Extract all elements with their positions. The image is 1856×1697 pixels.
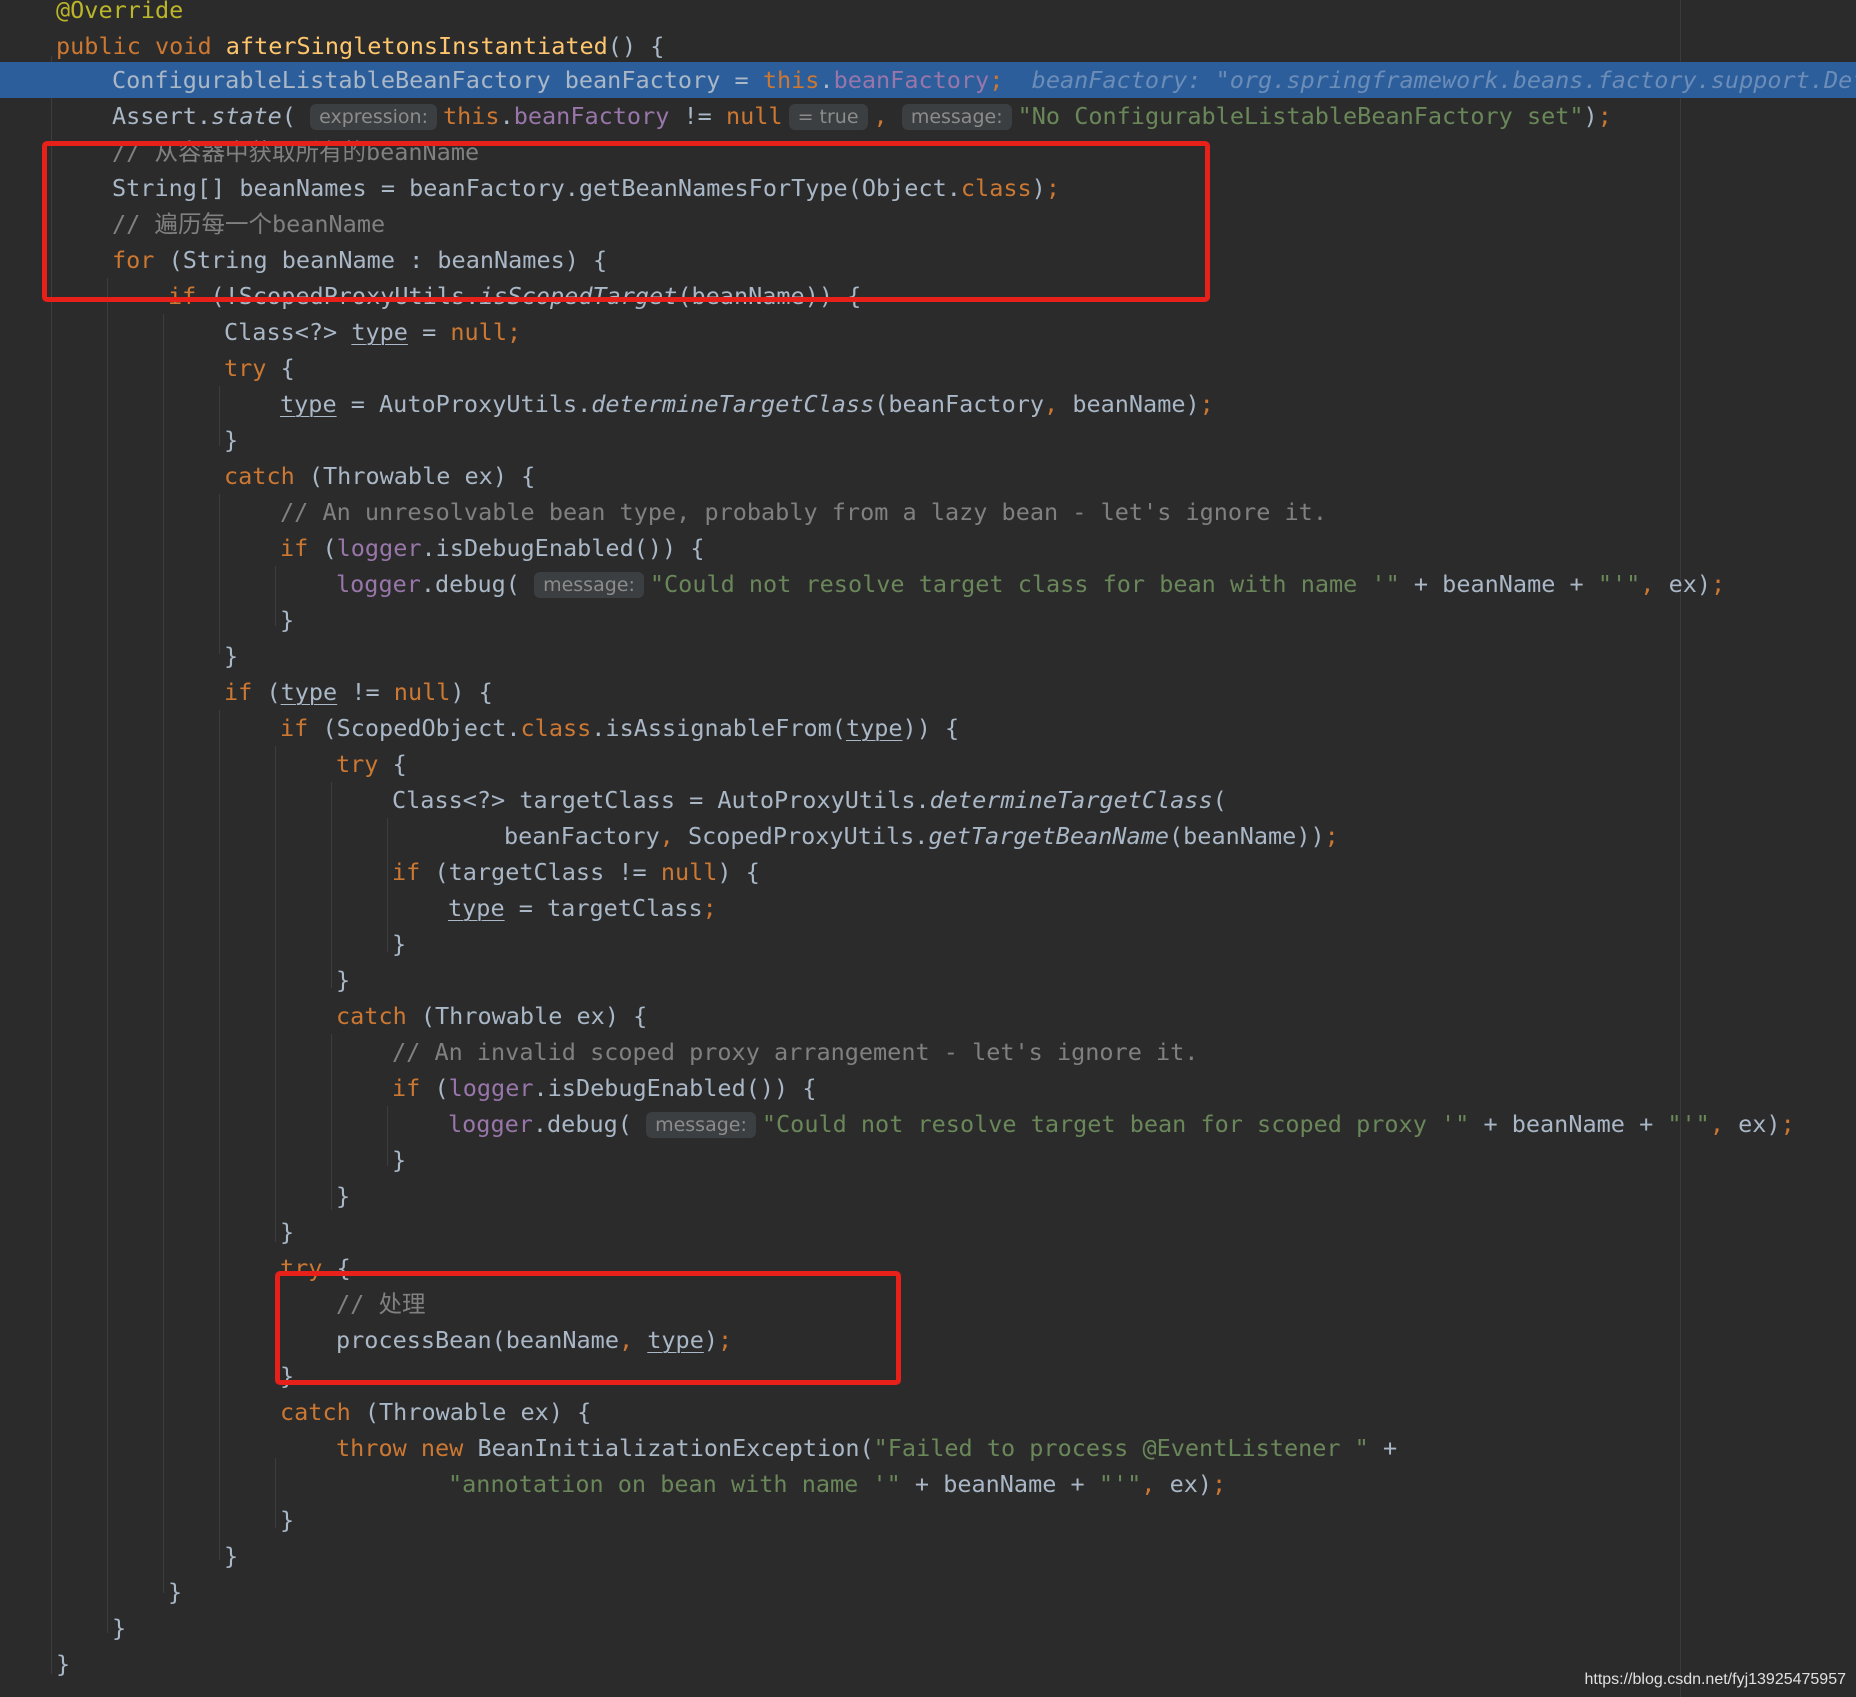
code-line[interactable]: if (targetClass != null) { (0, 854, 1856, 890)
param-hint: message: (534, 572, 644, 598)
code-line[interactable]: catch (Throwable ex) { (0, 1394, 1856, 1430)
code-line[interactable]: "annotation on bean with name '" + beanN… (0, 1466, 1856, 1502)
code-line[interactable]: } (0, 1574, 1856, 1610)
code-line[interactable]: type = AutoProxyUtils.determineTargetCla… (0, 386, 1856, 422)
code-line[interactable]: if (logger.isDebugEnabled()) { (0, 530, 1856, 566)
code-line[interactable]: } (0, 926, 1856, 962)
code-line[interactable]: if (type != null) { (0, 674, 1856, 710)
code-line[interactable]: Class<?> targetClass = AutoProxyUtils.de… (0, 782, 1856, 818)
code-line[interactable]: } (0, 1178, 1856, 1214)
param-hint: message: (646, 1112, 756, 1138)
comment: // 从容器中获取所有的beanName (112, 138, 480, 166)
code-line-current[interactable]: ConfigurableListableBeanFactory beanFact… (0, 62, 1856, 98)
code-line[interactable]: try { (0, 746, 1856, 782)
param-hint: expression: (310, 104, 437, 130)
code-line[interactable]: try { (0, 350, 1856, 386)
code-line[interactable]: } (0, 1610, 1856, 1646)
code-line[interactable]: // 从容器中获取所有的beanName (0, 134, 1856, 170)
code-line[interactable]: Assert.state( expression: this.beanFactor… (0, 98, 1856, 134)
comment: // 处理 (336, 1290, 426, 1318)
code-line[interactable]: public void afterSingletonsInstantiated(… (0, 28, 1856, 64)
comment: // An invalid scoped proxy arrangement -… (392, 1038, 1199, 1066)
code-line[interactable]: } (0, 1646, 1856, 1682)
code-line[interactable]: processBean(beanName, type); (0, 1322, 1856, 1358)
code-line[interactable]: beanFactory, ScopedProxyUtils.getTargetB… (0, 818, 1856, 854)
code-line[interactable]: } (0, 1502, 1856, 1538)
inline-debug-value: = true (788, 104, 868, 130)
code-line[interactable]: logger.debug( message: "Could not resolve… (0, 1106, 1856, 1142)
code-editor[interactable]: @Override public void afterSingletonsIns… (0, 0, 1856, 1697)
code-line[interactable]: type = targetClass; (0, 890, 1856, 926)
code-line[interactable]: } (0, 1142, 1856, 1178)
code-line[interactable]: catch (Throwable ex) { (0, 458, 1856, 494)
code-line[interactable]: // 遍历每一个beanName (0, 206, 1856, 242)
code-line[interactable]: throw new BeanInitializationException("F… (0, 1430, 1856, 1466)
code-line[interactable]: @Override (0, 0, 1856, 28)
code-line[interactable]: try { (0, 1250, 1856, 1286)
code-line[interactable]: } (0, 1538, 1856, 1574)
code-line[interactable]: if (logger.isDebugEnabled()) { (0, 1070, 1856, 1106)
code-line[interactable]: // An invalid scoped proxy arrangement -… (0, 1034, 1856, 1070)
code-line[interactable]: if (!ScopedProxyUtils.isScopedTarget(bea… (0, 278, 1856, 314)
code-line[interactable]: } (0, 1214, 1856, 1250)
code-line[interactable]: } (0, 1358, 1856, 1394)
inline-debug-value: beanFactory: "org.springframework.beans.… (1031, 66, 1856, 94)
code-line[interactable]: String[] beanNames = beanFactory.getBean… (0, 170, 1856, 206)
comment: // An unresolvable bean type, probably f… (280, 498, 1327, 526)
code-line[interactable]: for (String beanName : beanNames) { (0, 242, 1856, 278)
code-line[interactable]: // 处理 (0, 1286, 1856, 1322)
code-line[interactable]: // An unresolvable bean type, probably f… (0, 494, 1856, 530)
code-line[interactable]: if (ScopedObject.class.isAssignableFrom(… (0, 710, 1856, 746)
code-line[interactable]: } (0, 602, 1856, 638)
code-line[interactable]: } (0, 422, 1856, 458)
override-annotation: @Override (56, 0, 184, 24)
code-line[interactable]: } (0, 638, 1856, 674)
param-hint: message: (901, 104, 1012, 130)
code-line[interactable]: catch (Throwable ex) { (0, 998, 1856, 1034)
code-line[interactable]: } (0, 962, 1856, 998)
code-line[interactable]: logger.debug( message: "Could not resolve… (0, 566, 1856, 602)
comment: // 遍历每一个beanName (112, 210, 386, 238)
code-line[interactable]: Class<?> type = null; (0, 314, 1856, 350)
watermark: https://blog.csdn.net/fyj13925475957 (1584, 1671, 1846, 1688)
